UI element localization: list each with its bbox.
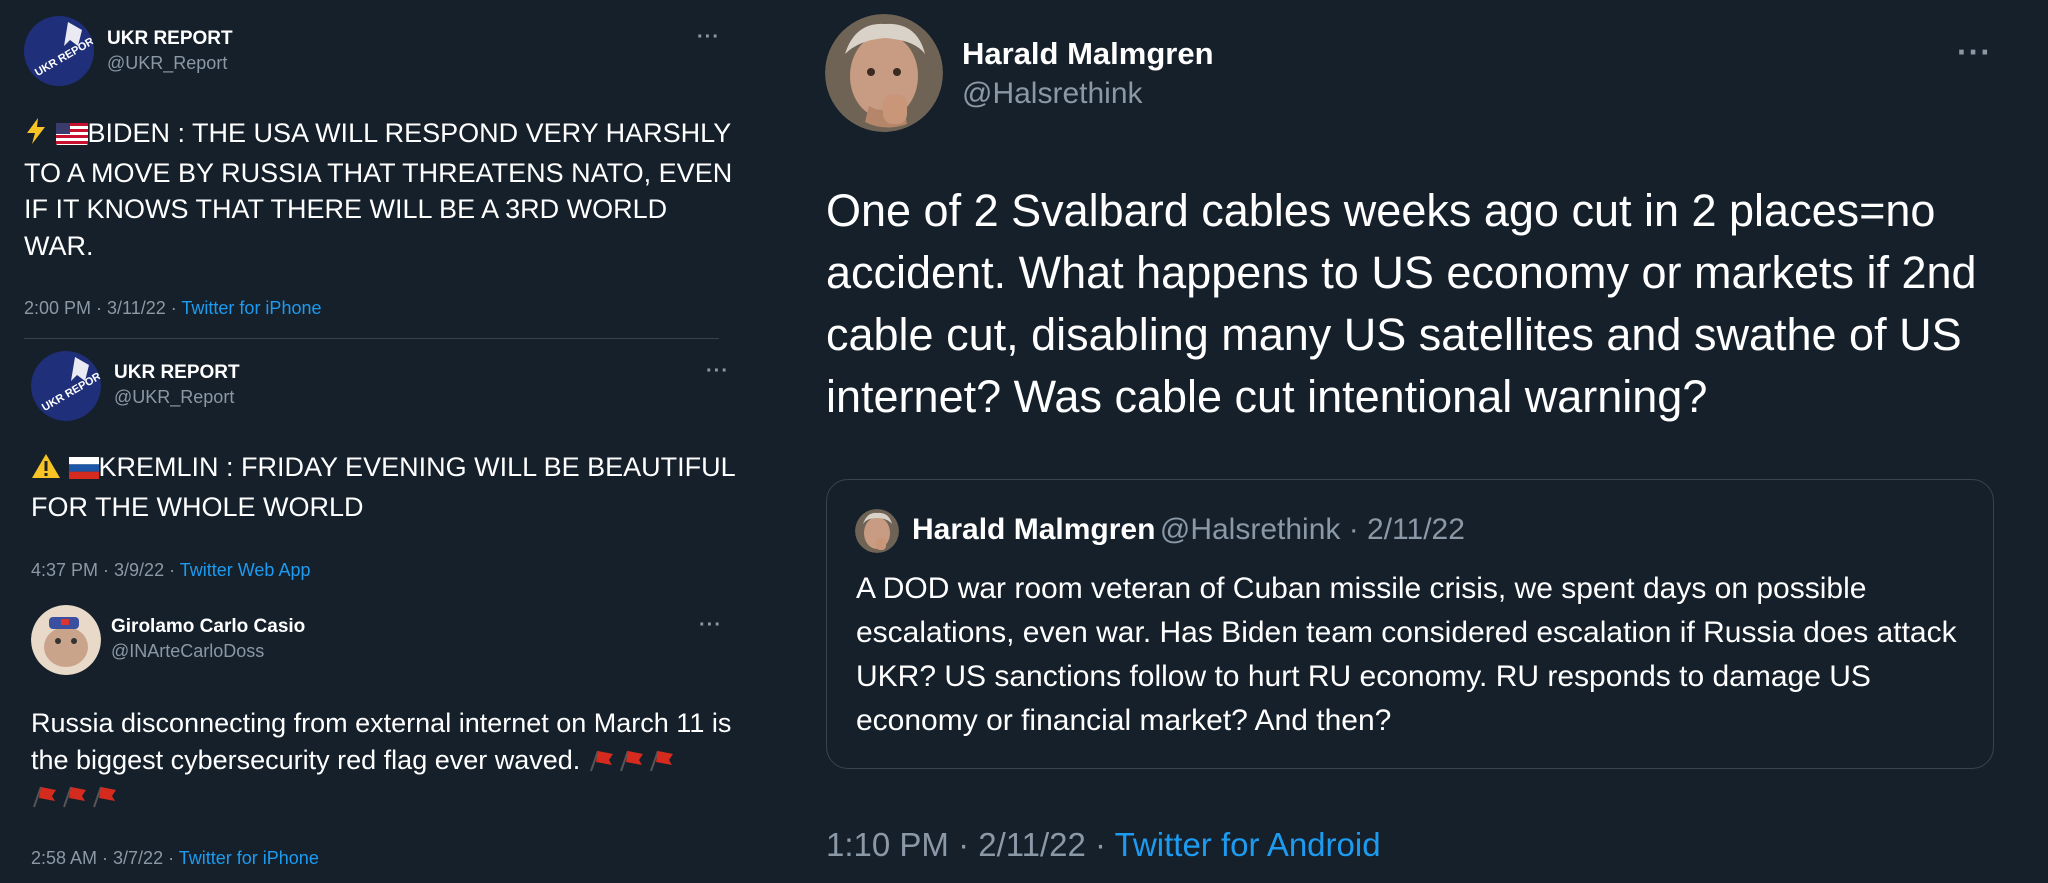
red-flag-icon (588, 745, 614, 771)
tweet-source-link[interactable]: Twitter for iPhone (181, 298, 321, 318)
quoted-author-handle-date[interactable]: @Halsrethink · 2/11/22 (1160, 513, 1465, 546)
tweet-meta: 2:00 PM · 3/11/22 · Twitter for iPhone (24, 298, 321, 319)
quoted-tweet-text: A DOD war room veteran of Cuban missile … (856, 572, 1957, 737)
tweet-source-link[interactable]: Twitter for Android (1115, 826, 1381, 863)
tweet-text: BIDEN : THE USA WILL RESPOND VERY HARSHL… (24, 117, 733, 261)
quoted-tweet[interactable]: Harald Malmgren @Halsrethink · 2/11/22 A… (826, 479, 1994, 769)
author-name[interactable]: Harald Malmgren (962, 36, 1214, 72)
author-handle[interactable]: @UKR_Report (107, 53, 227, 74)
author-handle[interactable]: @INArteCarloDoss (111, 641, 264, 662)
tweet-timestamp[interactable]: 1:10 PM · 2/11/22 · (826, 826, 1115, 863)
tweet-source-link[interactable]: Twitter Web App (180, 560, 311, 580)
author-name[interactable]: Girolamo Carlo Casio (111, 616, 305, 638)
red-flag-icon (91, 781, 117, 808)
warning-icon (31, 452, 61, 489)
tweet-source-link[interactable]: Twitter for iPhone (179, 848, 319, 868)
tweet-timestamp[interactable]: 2:00 PM · 3/11/22 · (24, 298, 181, 318)
tweet-timestamp[interactable]: 2:58 AM · 3/7/22 · (31, 848, 179, 868)
harald-avatar[interactable] (825, 14, 943, 132)
more-icon[interactable]: ··· (699, 614, 722, 637)
quoted-author-name[interactable]: Harald Malmgren (912, 513, 1155, 546)
quoted-tweet-header: Harald Malmgren @Halsrethink · 2/11/22 (912, 513, 1465, 547)
author-name[interactable]: UKR REPORT (107, 28, 233, 50)
red-flag-icon (61, 781, 87, 808)
red-flag-icon (648, 745, 674, 771)
tweet-meta: 2:58 AM · 3/7/22 · Twitter for iPhone (31, 848, 319, 869)
more-icon[interactable]: ··· (706, 360, 729, 383)
tweet-text: KREMLIN : FRIDAY EVENING WILL BE BEAUTIF… (31, 452, 735, 522)
more-icon[interactable]: ··· (1957, 34, 1992, 71)
author-name[interactable]: UKR REPORT (114, 362, 240, 384)
tweet-timestamp[interactable]: 4:37 PM · 3/9/22 · (31, 560, 180, 580)
red-flag-icon (618, 745, 644, 771)
divider (24, 338, 719, 339)
more-icon[interactable]: ··· (697, 26, 720, 49)
author-handle[interactable]: @UKR_Report (114, 387, 234, 408)
lightning-icon (24, 117, 48, 155)
ukr-report-avatar[interactable]: UKR REPORT (31, 351, 101, 421)
ukr-report-avatar[interactable]: UKR REPORT (24, 16, 94, 86)
us-flag-icon (55, 118, 88, 155)
tweet-meta: 1:10 PM · 2/11/22 · Twitter for Android (826, 826, 1381, 864)
tweet-text: One of 2 Svalbard cables weeks ago cut i… (826, 185, 1977, 422)
author-handle[interactable]: @Halsrethink (962, 77, 1143, 111)
tweet-meta: 4:37 PM · 3/9/22 · Twitter Web App (31, 560, 310, 581)
harald-avatar-small[interactable] (855, 509, 899, 553)
red-flag-icon (31, 781, 57, 808)
girolamo-avatar[interactable] (31, 605, 101, 675)
russia-flag-icon (68, 452, 99, 489)
tweet-text: Russia disconnecting from external inter… (31, 705, 741, 815)
